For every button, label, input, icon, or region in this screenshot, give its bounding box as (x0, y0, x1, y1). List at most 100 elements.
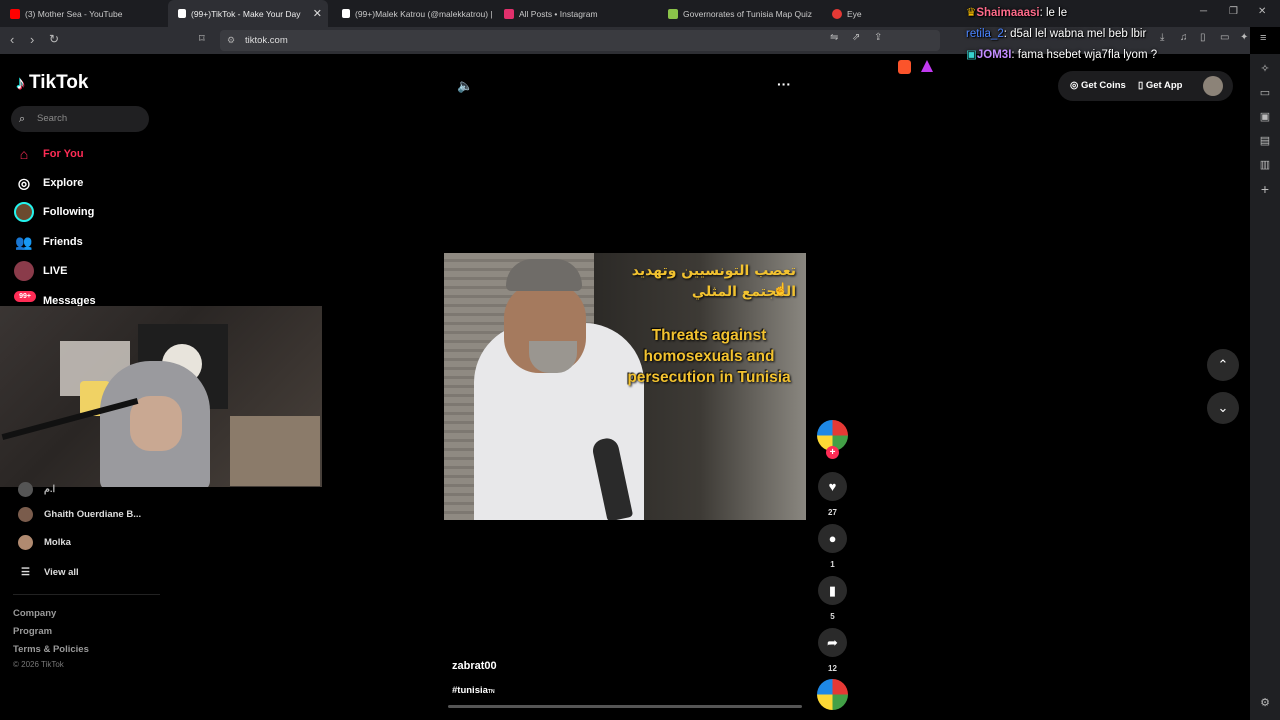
share-button[interactable]: ➦ (818, 628, 847, 657)
tab-tiktok[interactable]: (99+)TikTok - Make Your Day ✕ (168, 0, 328, 27)
share-count: 12 (828, 664, 837, 673)
follow-plus-icon[interactable]: + (826, 446, 839, 459)
bookmarks-icon[interactable]: ▤ (1258, 134, 1272, 148)
video-progress-bar[interactable] (448, 705, 802, 708)
following-item-partial[interactable]: ا.م (18, 482, 55, 497)
caption-arabic: تعصب التونسيين وتهديد المجتمع المثلي (631, 263, 796, 300)
volume-icon[interactable]: 🔈 (457, 78, 473, 94)
save-count: 5 (830, 612, 835, 621)
forward-icon[interactable]: › (30, 32, 34, 47)
man-cap (506, 259, 582, 291)
comment-icon: ● (828, 531, 837, 546)
download-icon[interactable]: ⤓ (1160, 32, 1164, 43)
site-settings-icon[interactable]: ⚙ (227, 30, 235, 51)
minimize-icon[interactable]: ─ (1200, 6, 1207, 17)
leo-icon[interactable]: ✦ (1240, 32, 1248, 43)
tab-youtube[interactable]: (3) Mother Sea - YouTube (0, 0, 165, 27)
next-video-button[interactable]: ⌄ (1207, 392, 1239, 424)
back-icon[interactable]: ‹ (10, 32, 14, 47)
bed (230, 416, 320, 486)
footer-program[interactable]: Program (13, 626, 52, 637)
nav-explore[interactable]: ◎ Explore (14, 173, 83, 193)
chat-text: : d5al lel wabna mel beb lbir (1003, 28, 1147, 40)
tab-label: (99+)Malek Katrou (@malekkatrou) | (355, 8, 492, 19)
translate-icon[interactable]: ⇋ (830, 32, 838, 43)
bookmark-icon[interactable]: ⌑ (199, 32, 205, 45)
previous-video-button[interactable]: ⌃ (1207, 349, 1239, 381)
nav-following[interactable]: Following (14, 202, 94, 222)
tab-label: (99+)TikTok - Make Your Day (191, 8, 301, 19)
sidebar-toggle-icon[interactable]: ▯ (1200, 32, 1206, 43)
tiktok-logo[interactable]: ♪ TikTok (16, 72, 88, 94)
home-icon: ⌂ (19, 146, 29, 162)
brave-shield-icon[interactable] (898, 60, 911, 74)
divider (13, 594, 160, 595)
settings-icon[interactable]: ⚙ (1258, 696, 1272, 710)
leo-ai-icon[interactable]: ✧ (1258, 62, 1272, 76)
avatar (18, 535, 33, 550)
rewards-icon[interactable] (921, 60, 933, 72)
save-button[interactable]: ▮ (818, 576, 847, 605)
nav-friends[interactable]: 👥 Friends (14, 232, 82, 252)
person-hoodie (100, 361, 210, 487)
following-avatar (14, 202, 34, 222)
reading-list-icon[interactable]: ▭ (1258, 86, 1272, 100)
tab-tiktok-profile[interactable]: (99+)Malek Katrou (@malekkatrou) | (332, 0, 492, 27)
footer-company[interactable]: Company (13, 608, 56, 619)
tab-instagram[interactable]: All Posts • Instagram (494, 0, 654, 27)
add-panel-icon[interactable]: + (1258, 182, 1272, 196)
restore-icon[interactable]: ❐ (1229, 6, 1238, 17)
share-arrow-icon: ➦ (827, 634, 838, 650)
nav-live[interactable]: LIVE (14, 261, 67, 281)
view-all-link[interactable]: ☰ View all (18, 565, 79, 580)
media-icon[interactable]: ♫ (1180, 32, 1188, 43)
chevron-down-icon: ⌄ (1217, 400, 1229, 415)
friends-icon: 👥 (15, 233, 33, 250)
chat-text: : le le (1039, 7, 1068, 19)
man-beard (529, 341, 577, 373)
footer-terms[interactable]: Terms & Policies (13, 644, 89, 655)
video-hashtag[interactable]: #tunisiaTN (452, 685, 495, 696)
mouse-cursor: ☝ (773, 282, 788, 296)
video-player[interactable]: تعصب التونسيين وتهديد المجتمع المثلي Thr… (444, 253, 806, 520)
tab-map-quiz[interactable]: Governorates of Tunisia Map Quiz (658, 0, 818, 27)
tab-label: Governorates of Tunisia Map Quiz (683, 8, 812, 19)
chat-message: retila_2: d5al lel wabna mel beb lbir (966, 24, 1157, 45)
get-app-button[interactable]: ▯ Get App (1138, 80, 1182, 91)
chat-text: : fama hsebet wja7fla lyom ? (1011, 49, 1158, 61)
caption-english: Threats against homosexuals and persecut… (627, 327, 791, 386)
tiktok-icon (342, 9, 350, 18)
more-options-icon[interactable]: ··· (777, 76, 791, 92)
video-author[interactable]: zabrat00 (452, 660, 497, 672)
browser-side-panel: ✧ ▭ ▣ ▤ ▥ + ⚙ (1250, 54, 1280, 720)
get-coins-button[interactable]: ◎ Get Coins (1070, 80, 1126, 91)
avatar (18, 507, 33, 522)
comment-button[interactable]: ● (818, 524, 847, 553)
reload-icon[interactable]: ↻ (49, 32, 59, 46)
following-item[interactable]: Molka (18, 535, 71, 550)
person-face (130, 396, 182, 451)
menu-icon[interactable]: ≡ (1260, 32, 1266, 44)
wallet-icon[interactable]: ▭ (1220, 32, 1229, 43)
tab-eye[interactable]: Eye (822, 0, 952, 27)
following-item[interactable]: Ghaith Ouerdiane B... (18, 507, 141, 522)
wallet-icon[interactable]: ▣ (1258, 110, 1272, 124)
nav-for-you[interactable]: ⌂ For You (14, 144, 84, 164)
profile-avatar[interactable] (1203, 76, 1223, 96)
close-icon[interactable]: ✕ (313, 7, 322, 20)
youtube-icon (10, 8, 20, 19)
top-actions-pill: ◎ Get Coins ▯ Get App (1058, 71, 1233, 101)
badge-icon: ▣ (966, 49, 977, 61)
history-icon[interactable]: ▥ (1258, 158, 1272, 172)
search-input[interactable]: ⌕ Search (11, 106, 149, 132)
avatar (18, 482, 33, 497)
window-close-icon[interactable]: ✕ (1258, 6, 1266, 17)
compass-icon: ◎ (17, 174, 31, 191)
like-button[interactable]: ♥ (818, 472, 847, 501)
share-icon[interactable]: ⇪ (874, 32, 882, 43)
footer-copyright: © 2026 TikTok (13, 660, 64, 669)
webcam-overlay (0, 306, 322, 487)
open-external-icon[interactable]: ⇗ (852, 32, 860, 43)
music-disc[interactable] (817, 679, 848, 710)
crown-icon: ♛ (966, 7, 977, 19)
